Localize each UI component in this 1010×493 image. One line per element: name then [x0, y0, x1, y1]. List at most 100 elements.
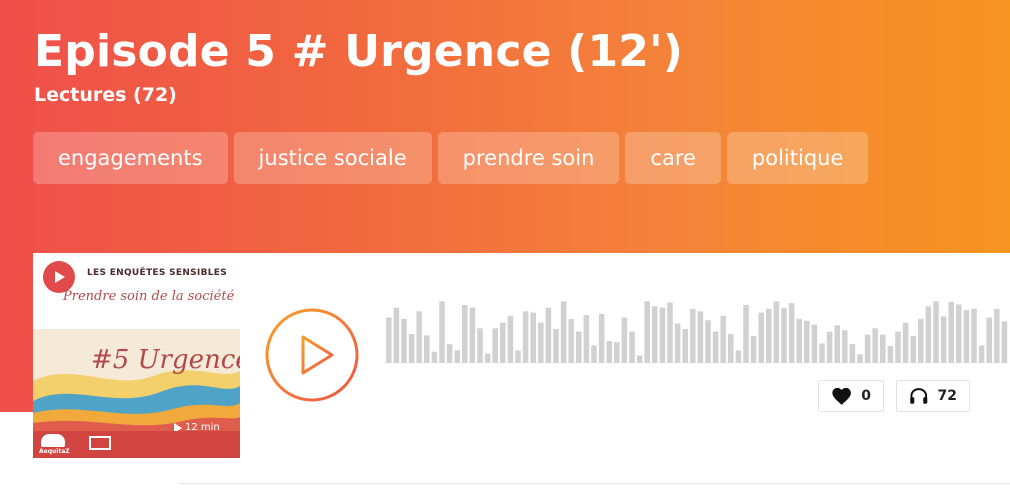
waveform-bar	[477, 328, 483, 363]
waveform-bar	[583, 315, 590, 363]
waveform-bar	[560, 301, 567, 363]
divider	[178, 483, 1010, 484]
waveform-bar	[842, 330, 848, 363]
tag-politique[interactable]: politique	[726, 132, 869, 184]
waveform-bar	[393, 307, 400, 363]
waveform-bar	[956, 304, 962, 363]
waveform-bar	[598, 313, 605, 363]
like-button[interactable]: 0	[818, 380, 884, 412]
waveform-bar	[431, 351, 438, 363]
listens-counter: 72	[896, 380, 970, 412]
waveform-bar	[652, 306, 658, 363]
waveform-bar	[424, 335, 430, 363]
waveform-bar	[971, 308, 977, 363]
waveform-bar	[918, 318, 924, 363]
tag-justice-sociale[interactable]: justice sociale	[233, 132, 432, 184]
waveform-bar	[910, 335, 916, 363]
waveform-bar	[849, 344, 856, 363]
waveform-bar	[902, 322, 909, 363]
tag-prendre-soin[interactable]: prendre soin	[437, 132, 620, 184]
waveform-bar	[872, 328, 878, 363]
waveform-bar	[773, 301, 780, 363]
waveform-bar	[629, 331, 635, 363]
waveform-bar	[887, 346, 894, 363]
waveform-bar	[697, 311, 704, 363]
waveform-bar	[743, 305, 749, 363]
waveform-bar	[530, 312, 536, 363]
waveform-bar	[690, 308, 696, 363]
waveform-bar	[674, 323, 681, 363]
waveform-bar	[766, 308, 772, 363]
waveform-bar	[454, 350, 460, 363]
waveform-bar	[963, 310, 970, 363]
waveform-bar	[492, 328, 498, 363]
waveform-bar	[796, 318, 802, 363]
waveform-bar	[834, 325, 840, 363]
waveform-bar	[933, 301, 939, 363]
waveform-bar	[857, 354, 863, 363]
waveform-bar	[636, 355, 643, 363]
waveform-bar	[591, 345, 597, 363]
waveform-bar	[948, 301, 954, 363]
waveform-bar	[515, 350, 521, 363]
waveform-bar	[568, 318, 574, 363]
waveform-bar	[880, 334, 886, 363]
waveform-bar	[758, 312, 764, 363]
waveform-bar	[750, 335, 757, 363]
waveform-bar	[408, 334, 415, 363]
heart-icon	[832, 387, 851, 405]
waveform-bar	[705, 320, 711, 363]
waveform-bar	[895, 331, 901, 363]
tag-list: engagements justice sociale prendre soin…	[33, 132, 869, 184]
waveform-bar	[720, 315, 726, 363]
play-button[interactable]	[265, 308, 359, 402]
waveform-bar	[659, 307, 666, 363]
waveform-bar	[621, 317, 628, 363]
waveform-bar	[712, 331, 719, 363]
waveform-bar	[735, 350, 742, 363]
waveform-bar	[538, 322, 544, 363]
plays-count: Lectures (72)	[34, 84, 177, 106]
waveform-bar	[788, 303, 795, 363]
waveform-bar	[522, 311, 529, 363]
waveform-bar	[978, 345, 985, 363]
audio-player: LES ENQUÊTES SENSIBLES Prendre soin de l…	[0, 253, 1010, 493]
listens-count: 72	[937, 388, 957, 404]
headphones-icon	[910, 388, 928, 404]
waveform-bar	[553, 329, 559, 363]
waveform-bar	[728, 334, 734, 363]
waveform-bar	[386, 317, 392, 363]
waveform-bar	[811, 324, 818, 363]
waveform-bar	[1001, 321, 1008, 363]
episode-title: Episode 5 # Urgence (12')	[34, 26, 684, 77]
tag-care[interactable]: care	[625, 132, 721, 184]
cover-subtitle: Prendre soin de la société	[63, 289, 235, 304]
publisher-logo-text: AequitaZ	[39, 448, 70, 455]
waveform-bar	[416, 311, 422, 363]
waveform-bar	[614, 342, 620, 363]
waveform-bar	[500, 322, 506, 363]
play-icon	[265, 308, 359, 402]
tag-engagements[interactable]: engagements	[33, 132, 228, 184]
waveform-bar	[925, 306, 932, 363]
waveform-bar	[819, 343, 825, 363]
waveform-bar	[446, 344, 453, 363]
waveform-bar	[804, 320, 810, 363]
episode-cover-image[interactable]: LES ENQUÊTES SENSIBLES Prendre soin de l…	[33, 253, 240, 458]
waveform-seekbar[interactable]	[386, 300, 1010, 363]
publisher-logo-icon	[41, 434, 65, 447]
waveform-bar	[667, 302, 673, 363]
waveform-bar	[439, 301, 445, 363]
waveform-bar	[401, 318, 407, 363]
waveform-bar	[826, 331, 833, 363]
waveform-bar	[545, 307, 552, 363]
waveform-bar	[606, 341, 612, 363]
cover-episode-label: #5 Urgence	[91, 345, 240, 375]
waveform-bar	[781, 308, 787, 363]
waveform-bar	[576, 331, 582, 363]
waveform-bar	[644, 301, 650, 363]
waveform-bar	[940, 316, 947, 363]
waveform-bar	[682, 329, 688, 363]
waveform-bar	[507, 315, 514, 363]
waveform-bar	[864, 334, 871, 363]
